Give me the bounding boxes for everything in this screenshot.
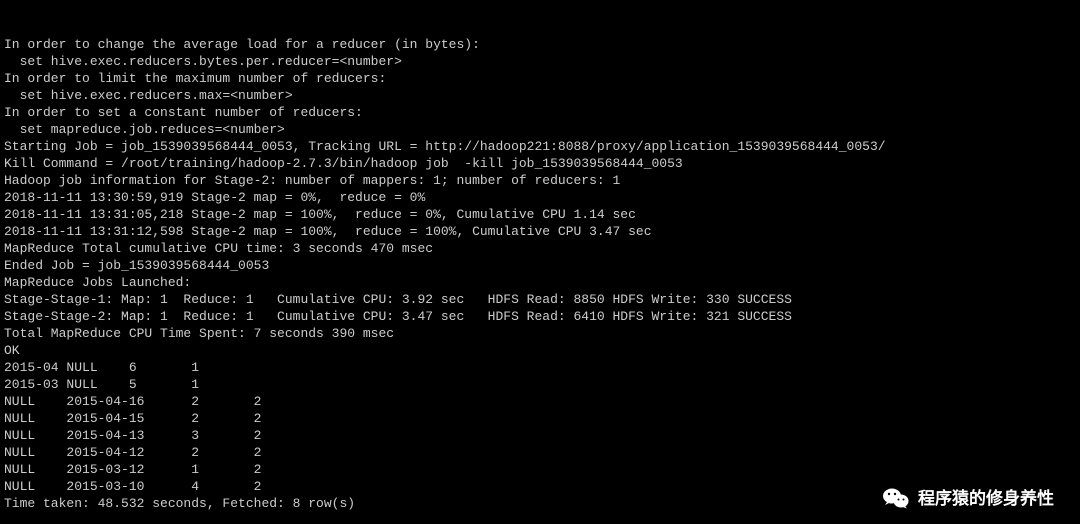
terminal-line: Hadoop job information for Stage-2: numb… xyxy=(4,172,1076,189)
terminal-line: 2018-11-11 13:30:59,919 Stage-2 map = 0%… xyxy=(4,189,1076,206)
watermark-text: 程序猿的修身养性 xyxy=(918,490,1054,507)
terminal-output[interactable]: In order to change the average load for … xyxy=(0,0,1080,524)
terminal-line: 2015-03 NULL 5 1 xyxy=(4,376,1076,393)
terminal-line: 2018-11-11 13:31:05,218 Stage-2 map = 10… xyxy=(4,206,1076,223)
terminal-line: NULL 2015-03-12 1 2 xyxy=(4,461,1076,478)
terminal-line: Total MapReduce CPU Time Spent: 7 second… xyxy=(4,325,1076,342)
terminal-line: 2018-11-11 13:31:12,598 Stage-2 map = 10… xyxy=(4,223,1076,240)
terminal-line: NULL 2015-04-12 2 2 xyxy=(4,444,1076,461)
terminal-line: Kill Command = /root/training/hadoop-2.7… xyxy=(4,155,1076,172)
terminal-line: NULL 2015-04-15 2 2 xyxy=(4,410,1076,427)
terminal-line: set hive.exec.reducers.max=<number> xyxy=(4,87,1076,104)
terminal-line: NULL 2015-04-13 3 2 xyxy=(4,427,1076,444)
terminal-line: Stage-Stage-1: Map: 1 Reduce: 1 Cumulati… xyxy=(4,291,1076,308)
terminal-line: MapReduce Jobs Launched: xyxy=(4,274,1076,291)
terminal-line: In order to change the average load for … xyxy=(4,36,1076,53)
terminal-line: OK xyxy=(4,342,1076,359)
watermark: 程序猿的修身养性 xyxy=(882,486,1054,510)
terminal-line: In order to limit the maximum number of … xyxy=(4,70,1076,87)
terminal-line: set mapreduce.job.reduces=<number> xyxy=(4,121,1076,138)
wechat-icon xyxy=(882,486,910,510)
terminal-line: In order to set a constant number of red… xyxy=(4,104,1076,121)
terminal-line: Stage-Stage-2: Map: 1 Reduce: 1 Cumulati… xyxy=(4,308,1076,325)
terminal-line: Ended Job = job_1539039568444_0053 xyxy=(4,257,1076,274)
terminal-line: Starting Job = job_1539039568444_0053, T… xyxy=(4,138,1076,155)
terminal-line: 2015-04 NULL 6 1 xyxy=(4,359,1076,376)
terminal-line: NULL 2015-04-16 2 2 xyxy=(4,393,1076,410)
terminal-line: set hive.exec.reducers.bytes.per.reducer… xyxy=(4,53,1076,70)
terminal-line: MapReduce Total cumulative CPU time: 3 s… xyxy=(4,240,1076,257)
